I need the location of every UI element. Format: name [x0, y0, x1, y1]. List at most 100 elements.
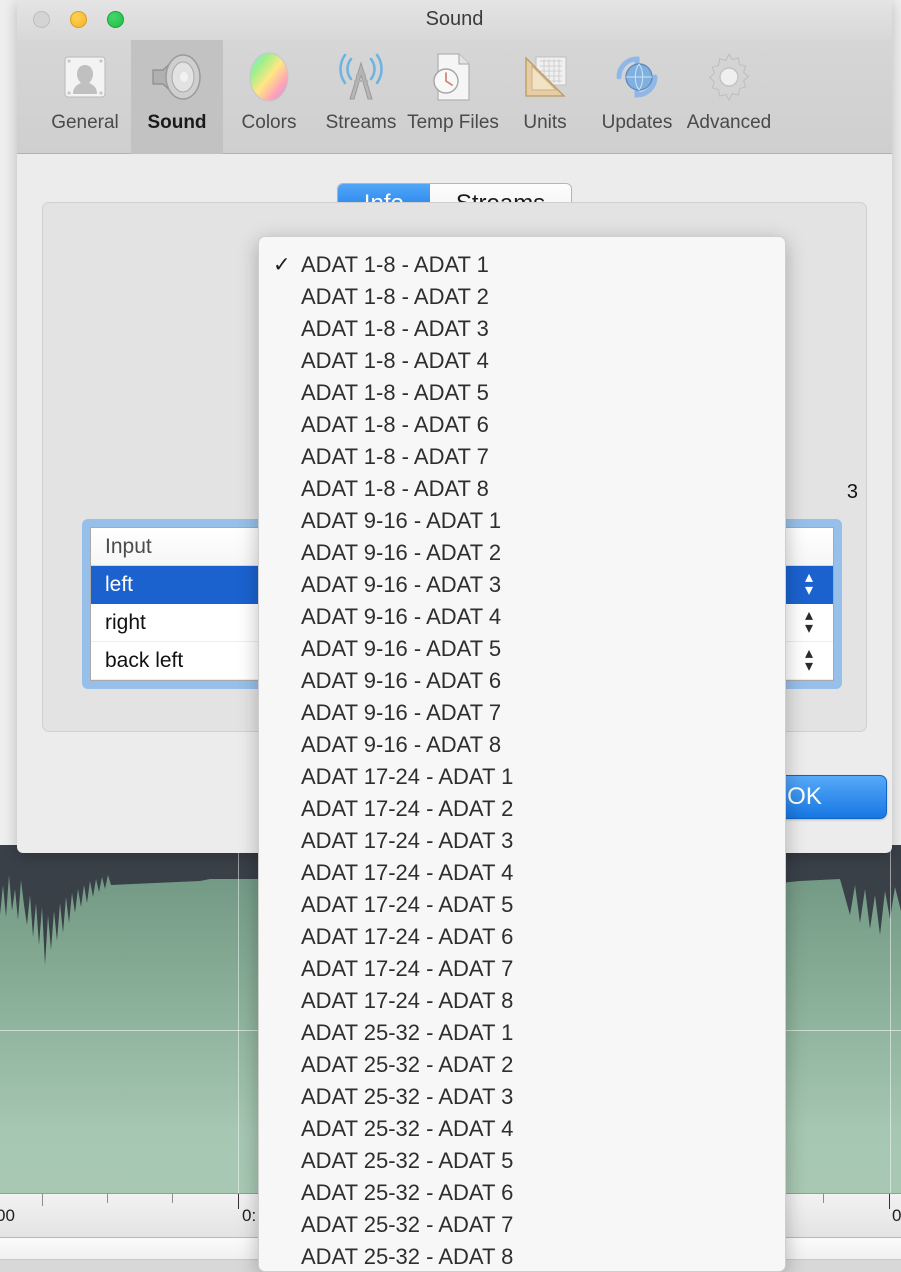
table-cell-label: right	[105, 610, 146, 634]
menu-item[interactable]: ADAT 25-32 - ADAT 6	[259, 1177, 785, 1209]
stepper-icon[interactable]: ▴ ▾	[799, 607, 819, 638]
menu-item-label: ADAT 25-32 - ADAT 3	[301, 1084, 514, 1109]
antenna-icon	[333, 46, 389, 108]
menu-item[interactable]: ADAT 17-24 - ADAT 1	[259, 761, 785, 793]
menu-item-label: ADAT 1-8 - ADAT 7	[301, 444, 489, 469]
ruler-label: 0	[892, 1206, 901, 1225]
menu-item-label: ADAT 9-16 - ADAT 3	[301, 572, 502, 597]
menu-item[interactable]: ADAT 17-24 - ADAT 3	[259, 825, 785, 857]
menu-item-label: ADAT 1-8 - ADAT 1	[301, 252, 489, 277]
menu-item[interactable]: ADAT 17-24 - ADAT 7	[259, 953, 785, 985]
preferences-toolbar: General Sound Colors Streams Temp Files …	[17, 40, 892, 154]
adat-channel-dropdown-menu[interactable]: ✓ ADAT 1-8 - ADAT 1 ADAT 1-8 - ADAT 2 ADAT …	[258, 236, 786, 1272]
toolbar-item-temp-files[interactable]: Temp Files	[407, 40, 499, 154]
menu-item[interactable]: ADAT 9-16 - ADAT 7	[259, 697, 785, 729]
toolbar-item-streams[interactable]: Streams	[315, 40, 407, 154]
menu-item-label: ADAT 25-32 - ADAT 6	[301, 1180, 514, 1205]
menu-item-label: ADAT 17-24 - ADAT 3	[301, 828, 514, 853]
menu-item[interactable]: ADAT 1-8 - ADAT 5	[259, 377, 785, 409]
menu-item[interactable]: ADAT 1-8 - ADAT 4	[259, 345, 785, 377]
ruler-label: 0:	[242, 1206, 257, 1225]
menu-item[interactable]: ADAT 9-16 - ADAT 6	[259, 665, 785, 697]
toolbar-label: Updates	[601, 112, 673, 133]
screen-root: 00 0: 0 Sound General Sound Colors Strea…	[0, 0, 901, 1272]
toolbar-label: Sound	[147, 112, 207, 133]
toolbar-label: Temp Files	[407, 112, 499, 133]
window-titlebar[interactable]: Sound	[17, 0, 892, 40]
toolbar-item-colors[interactable]: Colors	[223, 40, 315, 154]
menu-item[interactable]: ADAT 17-24 - ADAT 6	[259, 921, 785, 953]
menu-item-label: ADAT 1-8 - ADAT 5	[301, 380, 489, 405]
menu-item[interactable]: ✓ ADAT 1-8 - ADAT 1	[259, 249, 785, 281]
menu-item[interactable]: ADAT 1-8 - ADAT 3	[259, 313, 785, 345]
toolbar-label: Advanced	[686, 112, 772, 133]
waveform-grid-line	[238, 845, 239, 1225]
gear-icon	[702, 46, 756, 108]
color-wheel-icon	[242, 46, 296, 108]
menu-item[interactable]: ADAT 17-24 - ADAT 8	[259, 985, 785, 1017]
menu-item[interactable]: ADAT 9-16 - ADAT 8	[259, 729, 785, 761]
menu-item-label: ADAT 1-8 - ADAT 3	[301, 316, 489, 341]
toolbar-item-advanced[interactable]: Advanced	[683, 40, 775, 154]
menu-item-label: ADAT 17-24 - ADAT 5	[301, 892, 514, 917]
table-cell-label: left	[105, 572, 134, 596]
menu-item-label: ADAT 1-8 - ADAT 6	[301, 412, 489, 437]
menu-item-label: ADAT 25-32 - ADAT 4	[301, 1116, 514, 1141]
menu-item[interactable]: ADAT 17-24 - ADAT 5	[259, 889, 785, 921]
menu-item[interactable]: ADAT 1-8 - ADAT 2	[259, 281, 785, 313]
toolbar-item-units[interactable]: Units	[499, 40, 591, 154]
menu-item[interactable]: ADAT 9-16 - ADAT 1	[259, 505, 785, 537]
menu-item[interactable]: ADAT 25-32 - ADAT 3	[259, 1081, 785, 1113]
menu-item-label: ADAT 17-24 - ADAT 4	[301, 860, 514, 885]
menu-item-label: ADAT 25-32 - ADAT 5	[301, 1148, 514, 1173]
menu-item-label: ADAT 9-16 - ADAT 7	[301, 700, 502, 725]
toolbar-item-general[interactable]: General	[39, 40, 131, 154]
document-clock-icon	[428, 46, 478, 108]
menu-item-label: ADAT 9-16 - ADAT 8	[301, 732, 502, 757]
menu-item-label: ADAT 9-16 - ADAT 5	[301, 636, 502, 661]
checkmark-icon: ✓	[273, 253, 291, 277]
menu-item-label: ADAT 25-32 - ADAT 8	[301, 1244, 514, 1269]
menu-item[interactable]: ADAT 25-32 - ADAT 5	[259, 1145, 785, 1177]
menu-item-label: ADAT 25-32 - ADAT 2	[301, 1052, 514, 1077]
menu-item-label: ADAT 17-24 - ADAT 6	[301, 924, 514, 949]
menu-item-label: ADAT 17-24 - ADAT 8	[301, 988, 514, 1013]
menu-item[interactable]: ADAT 1-8 - ADAT 6	[259, 409, 785, 441]
menu-item[interactable]: ADAT 25-32 - ADAT 4	[259, 1113, 785, 1145]
speaker-icon	[147, 46, 207, 108]
toolbar-label: Streams	[325, 112, 397, 133]
menu-item-label: ADAT 25-32 - ADAT 7	[301, 1212, 514, 1237]
menu-item-label: ADAT 1-8 - ADAT 4	[301, 348, 489, 373]
menu-item[interactable]: ADAT 1-8 - ADAT 7	[259, 441, 785, 473]
menu-item-label: ADAT 9-16 - ADAT 6	[301, 668, 502, 693]
stepper-icon[interactable]: ▴ ▾	[799, 645, 819, 676]
menu-item-label: ADAT 17-24 - ADAT 2	[301, 796, 514, 821]
table-header-input: Input	[105, 534, 152, 558]
menu-item[interactable]: ADAT 9-16 - ADAT 5	[259, 633, 785, 665]
menu-item[interactable]: ADAT 17-24 - ADAT 2	[259, 793, 785, 825]
table-cell-label: back left	[105, 648, 184, 672]
menu-item[interactable]: ADAT 9-16 - ADAT 4	[259, 601, 785, 633]
menu-item[interactable]: ADAT 25-32 - ADAT 1	[259, 1017, 785, 1049]
portrait-icon	[58, 46, 112, 108]
menu-item-label: ADAT 17-24 - ADAT 7	[301, 956, 514, 981]
menu-item[interactable]: ADAT 25-32 - ADAT 8	[259, 1241, 785, 1271]
stepper-icon[interactable]: ▴ ▾	[799, 569, 819, 600]
menu-item-label: ADAT 1-8 - ADAT 2	[301, 284, 489, 309]
menu-item[interactable]: ADAT 17-24 - ADAT 4	[259, 857, 785, 889]
menu-item[interactable]: ADAT 1-8 - ADAT 8	[259, 473, 785, 505]
menu-item-label: ADAT 25-32 - ADAT 1	[301, 1020, 514, 1045]
menu-item[interactable]: ADAT 25-32 - ADAT 7	[259, 1209, 785, 1241]
globe-refresh-icon	[611, 46, 663, 108]
waveform-grid-line	[890, 845, 891, 1225]
ruler-icon	[518, 46, 572, 108]
menu-item[interactable]: ADAT 9-16 - ADAT 3	[259, 569, 785, 601]
toolbar-label: General	[51, 112, 119, 133]
menu-item-label: ADAT 9-16 - ADAT 1	[301, 508, 502, 533]
toolbar-label: Units	[523, 112, 567, 133]
menu-item[interactable]: ADAT 9-16 - ADAT 2	[259, 537, 785, 569]
menu-item[interactable]: ADAT 25-32 - ADAT 2	[259, 1049, 785, 1081]
toolbar-item-updates[interactable]: Updates	[591, 40, 683, 154]
toolbar-item-sound[interactable]: Sound	[131, 40, 223, 154]
ruler-label: 00	[0, 1206, 15, 1225]
